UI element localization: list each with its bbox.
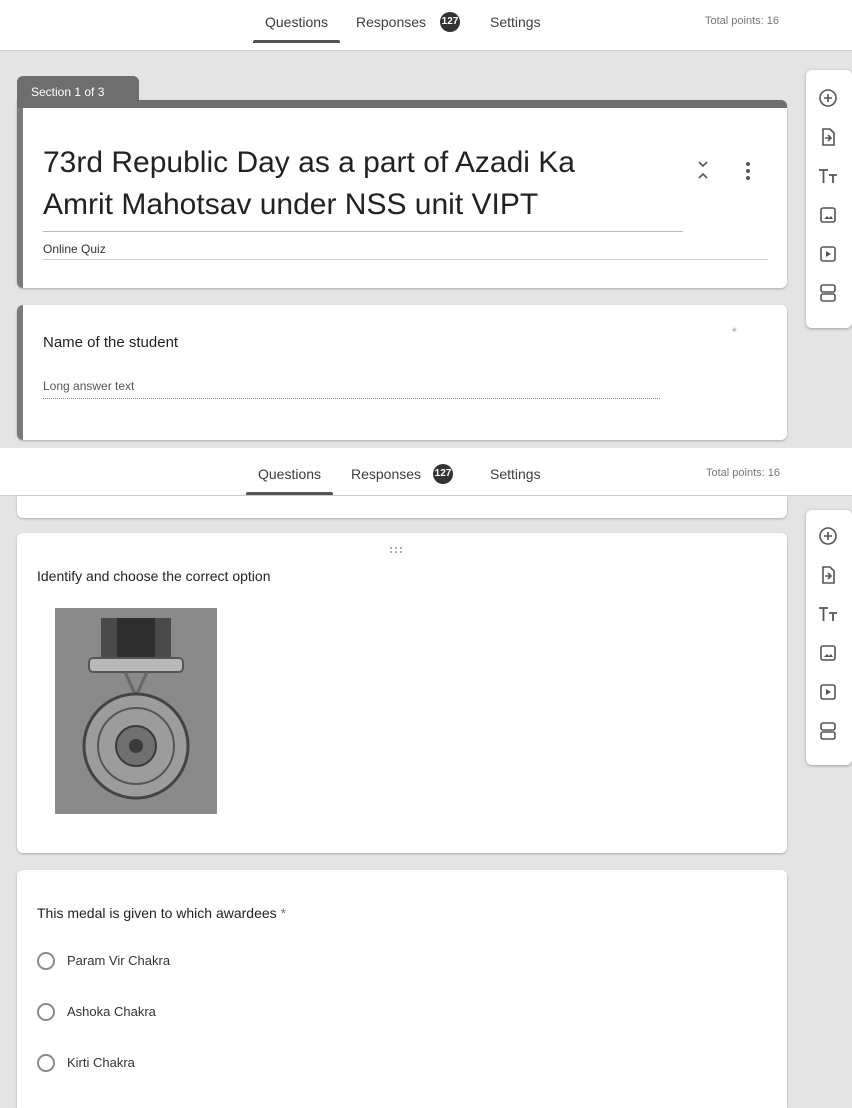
question-title[interactable]: Name of the student bbox=[43, 334, 178, 351]
question-title[interactable]: Identify and choose the correct option bbox=[37, 568, 270, 584]
responses-count-badge: 127 bbox=[433, 464, 453, 484]
option-label: Ashoka Chakra bbox=[67, 1004, 156, 1019]
form-title-line1: 73rd Republic Day as a part of Azadi Ka bbox=[43, 146, 575, 179]
more-options-icon[interactable] bbox=[743, 160, 753, 182]
question-card-medal[interactable]: This medal is given to which awardees * … bbox=[17, 870, 787, 1108]
add-section-icon[interactable] bbox=[816, 719, 840, 743]
form-title-card[interactable]: 73rd Republic Day as a part of Azadi Ka … bbox=[17, 100, 787, 288]
card-left-accent bbox=[17, 108, 23, 288]
tab-responses[interactable]: Responses bbox=[351, 466, 421, 482]
drag-handle-icon[interactable] bbox=[389, 541, 403, 553]
add-video-icon[interactable] bbox=[816, 242, 840, 266]
add-title-icon[interactable] bbox=[816, 164, 840, 188]
medal-image bbox=[55, 608, 217, 814]
form-description[interactable]: Online Quiz bbox=[43, 242, 106, 256]
tab-settings[interactable]: Settings bbox=[490, 14, 541, 30]
title-underline bbox=[43, 231, 683, 232]
add-video-icon[interactable] bbox=[816, 680, 840, 704]
tab-questions[interactable]: Questions bbox=[245, 466, 334, 495]
add-image-icon[interactable] bbox=[816, 203, 840, 227]
add-question-icon[interactable] bbox=[816, 524, 840, 548]
question-card-name[interactable]: Name of the student * Long answer text bbox=[17, 305, 787, 440]
question-title-text: This medal is given to which awardees bbox=[37, 905, 277, 921]
required-mark: * bbox=[732, 325, 737, 339]
add-section-icon[interactable] bbox=[816, 281, 840, 305]
form-title[interactable]: 73rd Republic Day as a part of Azadi Ka … bbox=[43, 142, 575, 226]
long-answer-placeholder: Long answer text bbox=[43, 379, 135, 393]
description-underline bbox=[43, 259, 768, 260]
section-label: Section 1 of 3 bbox=[31, 85, 105, 99]
required-mark: * bbox=[280, 905, 287, 921]
tab-settings[interactable]: Settings bbox=[490, 466, 541, 482]
form-title-line2: Amrit Mahotsav under NSS unit VIPT bbox=[43, 188, 539, 221]
radio-option-kirti-chakra[interactable] bbox=[37, 1054, 55, 1072]
add-question-icon[interactable] bbox=[816, 86, 840, 110]
total-points: Total points: 16 bbox=[705, 15, 779, 27]
add-title-icon[interactable] bbox=[816, 602, 840, 626]
option-label: Param Vir Chakra bbox=[67, 953, 171, 968]
side-toolbar bbox=[806, 70, 852, 328]
responses-count-badge: 127 bbox=[440, 12, 460, 32]
form-header-bar: Questions Responses 127 Settings Total p… bbox=[0, 0, 852, 51]
previous-card-edge bbox=[17, 496, 787, 518]
tab-questions[interactable]: Questions bbox=[252, 14, 341, 43]
option-label: Kirti Chakra bbox=[67, 1055, 135, 1070]
side-toolbar-2 bbox=[806, 510, 852, 765]
add-image-icon[interactable] bbox=[816, 641, 840, 665]
import-questions-icon[interactable] bbox=[816, 563, 840, 587]
card-left-accent bbox=[17, 305, 23, 440]
answer-underline bbox=[43, 398, 660, 399]
import-questions-icon[interactable] bbox=[816, 125, 840, 149]
question-title[interactable]: This medal is given to which awardees * bbox=[37, 905, 286, 921]
collapse-section-icon[interactable] bbox=[693, 158, 713, 182]
radio-option-param-vir-chakra[interactable] bbox=[37, 952, 55, 970]
tab-responses[interactable]: Responses bbox=[356, 14, 426, 30]
total-points: Total points: 16 bbox=[706, 467, 780, 479]
radio-option-ashoka-chakra[interactable] bbox=[37, 1003, 55, 1021]
form-header-bar-2: Questions Responses 127 Settings Total p… bbox=[0, 448, 852, 496]
question-card-image[interactable]: Identify and choose the correct option bbox=[17, 533, 787, 853]
